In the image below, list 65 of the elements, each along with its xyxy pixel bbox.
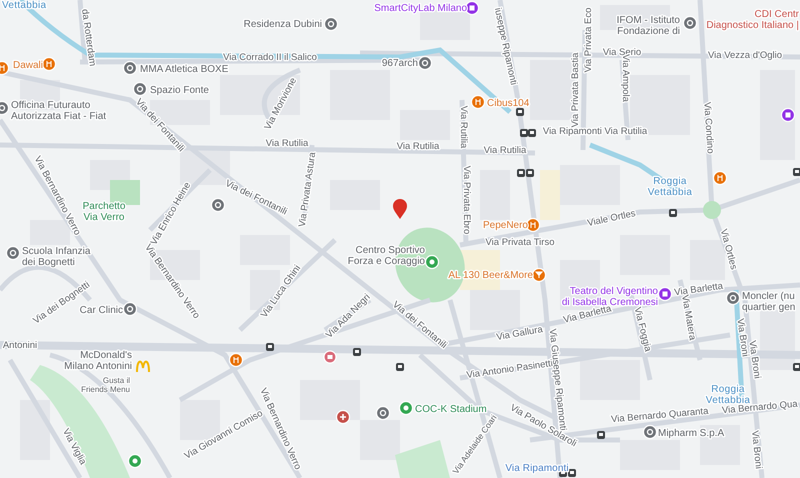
place-label[interactable]: Parchetto Via Verro bbox=[82, 201, 126, 223]
street-label: Via Ampola bbox=[620, 54, 631, 102]
street-label: Via Privata Bastia bbox=[570, 52, 581, 128]
street-label: Via Corrado II il Salico bbox=[223, 52, 317, 63]
street-label: Via Broni bbox=[749, 430, 764, 470]
bus-stop-icon[interactable] bbox=[793, 363, 800, 371]
street-label: Via Rutilia bbox=[266, 138, 308, 149]
place-label[interactable]: Teatro del Vigentino di Isabella Cremonesi bbox=[562, 286, 658, 308]
street-label: iuseppe Ripamonti bbox=[492, 6, 519, 86]
street-label: Via Foggia bbox=[632, 306, 654, 353]
bus-stop-icon[interactable] bbox=[266, 343, 274, 351]
place-label[interactable]: SmartCityLab Milano bbox=[374, 3, 467, 14]
bus-stop-icon[interactable] bbox=[396, 363, 404, 371]
street-label: Via Gallura bbox=[496, 324, 544, 344]
street-label: Via Rutilia bbox=[458, 106, 469, 148]
place-label[interactable]: Vettabbia bbox=[2, 0, 46, 11]
place-label[interactable]: IFOM - Istituto Fondazione di bbox=[616, 15, 680, 37]
place-label[interactable]: Dawali bbox=[12, 60, 43, 71]
bus-stop-icon[interactable] bbox=[516, 108, 524, 116]
bus-stop-icon[interactable] bbox=[597, 431, 605, 439]
place-label[interactable]: Officina Futurauto Autorizzata Fiat - Fiat bbox=[11, 100, 106, 122]
place-label[interactable]: Scuola Infanzia dei Bognetti bbox=[22, 246, 90, 268]
place-label[interactable]: Roggia Vettabbia bbox=[706, 384, 750, 406]
place-label[interactable]: Mipharm S.p.A bbox=[658, 428, 724, 439]
street-label: Via Rutilia bbox=[396, 141, 440, 152]
place-label[interactable]: Spazio Fonte bbox=[150, 85, 209, 96]
street-label: Via Matera bbox=[679, 294, 698, 342]
place-label[interactable]: COC-K Stadium bbox=[415, 404, 487, 415]
place-label[interactable]: MMA Atletica BOXE bbox=[140, 64, 228, 75]
place-label[interactable]: Centro Sportivo Forza e Coraggio bbox=[348, 245, 425, 267]
place-label[interactable]: Car Clinic bbox=[80, 305, 123, 316]
street-label: Via Viglia bbox=[60, 426, 88, 467]
place-label[interactable]: 967arch bbox=[382, 58, 418, 69]
street-label: Via Rutilia bbox=[484, 145, 526, 156]
street-label: Via Privata Ebro bbox=[461, 166, 472, 234]
street-label: Via Privata Eco bbox=[583, 8, 594, 72]
bus-stop-icon[interactable] bbox=[669, 209, 677, 217]
bus-stop-icon[interactable] bbox=[793, 168, 800, 176]
location-pin-icon[interactable] bbox=[393, 199, 407, 219]
place-label[interactable]: McDonald's Milano Antonini bbox=[64, 350, 132, 372]
street-label: Via Privata Astura bbox=[296, 152, 318, 228]
street-label: Via Ripamonti Via Rutilia bbox=[542, 126, 648, 137]
place-label[interactable]: PepeNero bbox=[482, 220, 528, 231]
place-label[interactable]: Residenza Dubini bbox=[244, 19, 322, 30]
street-label: Via Bernardo Quaranta bbox=[610, 406, 709, 426]
place-label[interactable]: Cibus104 bbox=[487, 98, 530, 109]
street-label: Via Condino bbox=[701, 102, 716, 154]
street-label: Via Antonio Pasinetti bbox=[466, 358, 554, 382]
restaurant-marker-icon[interactable] bbox=[228, 352, 244, 368]
place-label[interactable]: AL 130 Beer&More bbox=[448, 270, 533, 281]
street-label: da Rotterdam bbox=[79, 8, 98, 67]
place-marker-icon[interactable] bbox=[424, 254, 440, 270]
street-label: Viale Ortles bbox=[586, 208, 637, 230]
street-label: Via Privata Tirso bbox=[486, 237, 554, 248]
street-label: Via Broni bbox=[734, 318, 751, 358]
place-label[interactable]: Moncler (nu quartier gen bbox=[742, 291, 796, 313]
roundabout-island bbox=[703, 201, 721, 219]
place-label[interactable]: Roggia Vettabbia bbox=[648, 176, 692, 198]
street-label: Via Vezza d'Oglio bbox=[708, 50, 782, 61]
place-label[interactable]: Via Ripamonti bbox=[505, 463, 569, 474]
street-label: Via Ortles bbox=[718, 228, 740, 271]
place-label[interactable]: CDI Centr Diagnostico Italiano | bbox=[706, 9, 799, 31]
street-label: Antonini bbox=[2, 340, 38, 351]
place-subtitle: Gusta il Friends Menu bbox=[81, 376, 130, 394]
bus-stop-icon[interactable] bbox=[353, 348, 361, 356]
